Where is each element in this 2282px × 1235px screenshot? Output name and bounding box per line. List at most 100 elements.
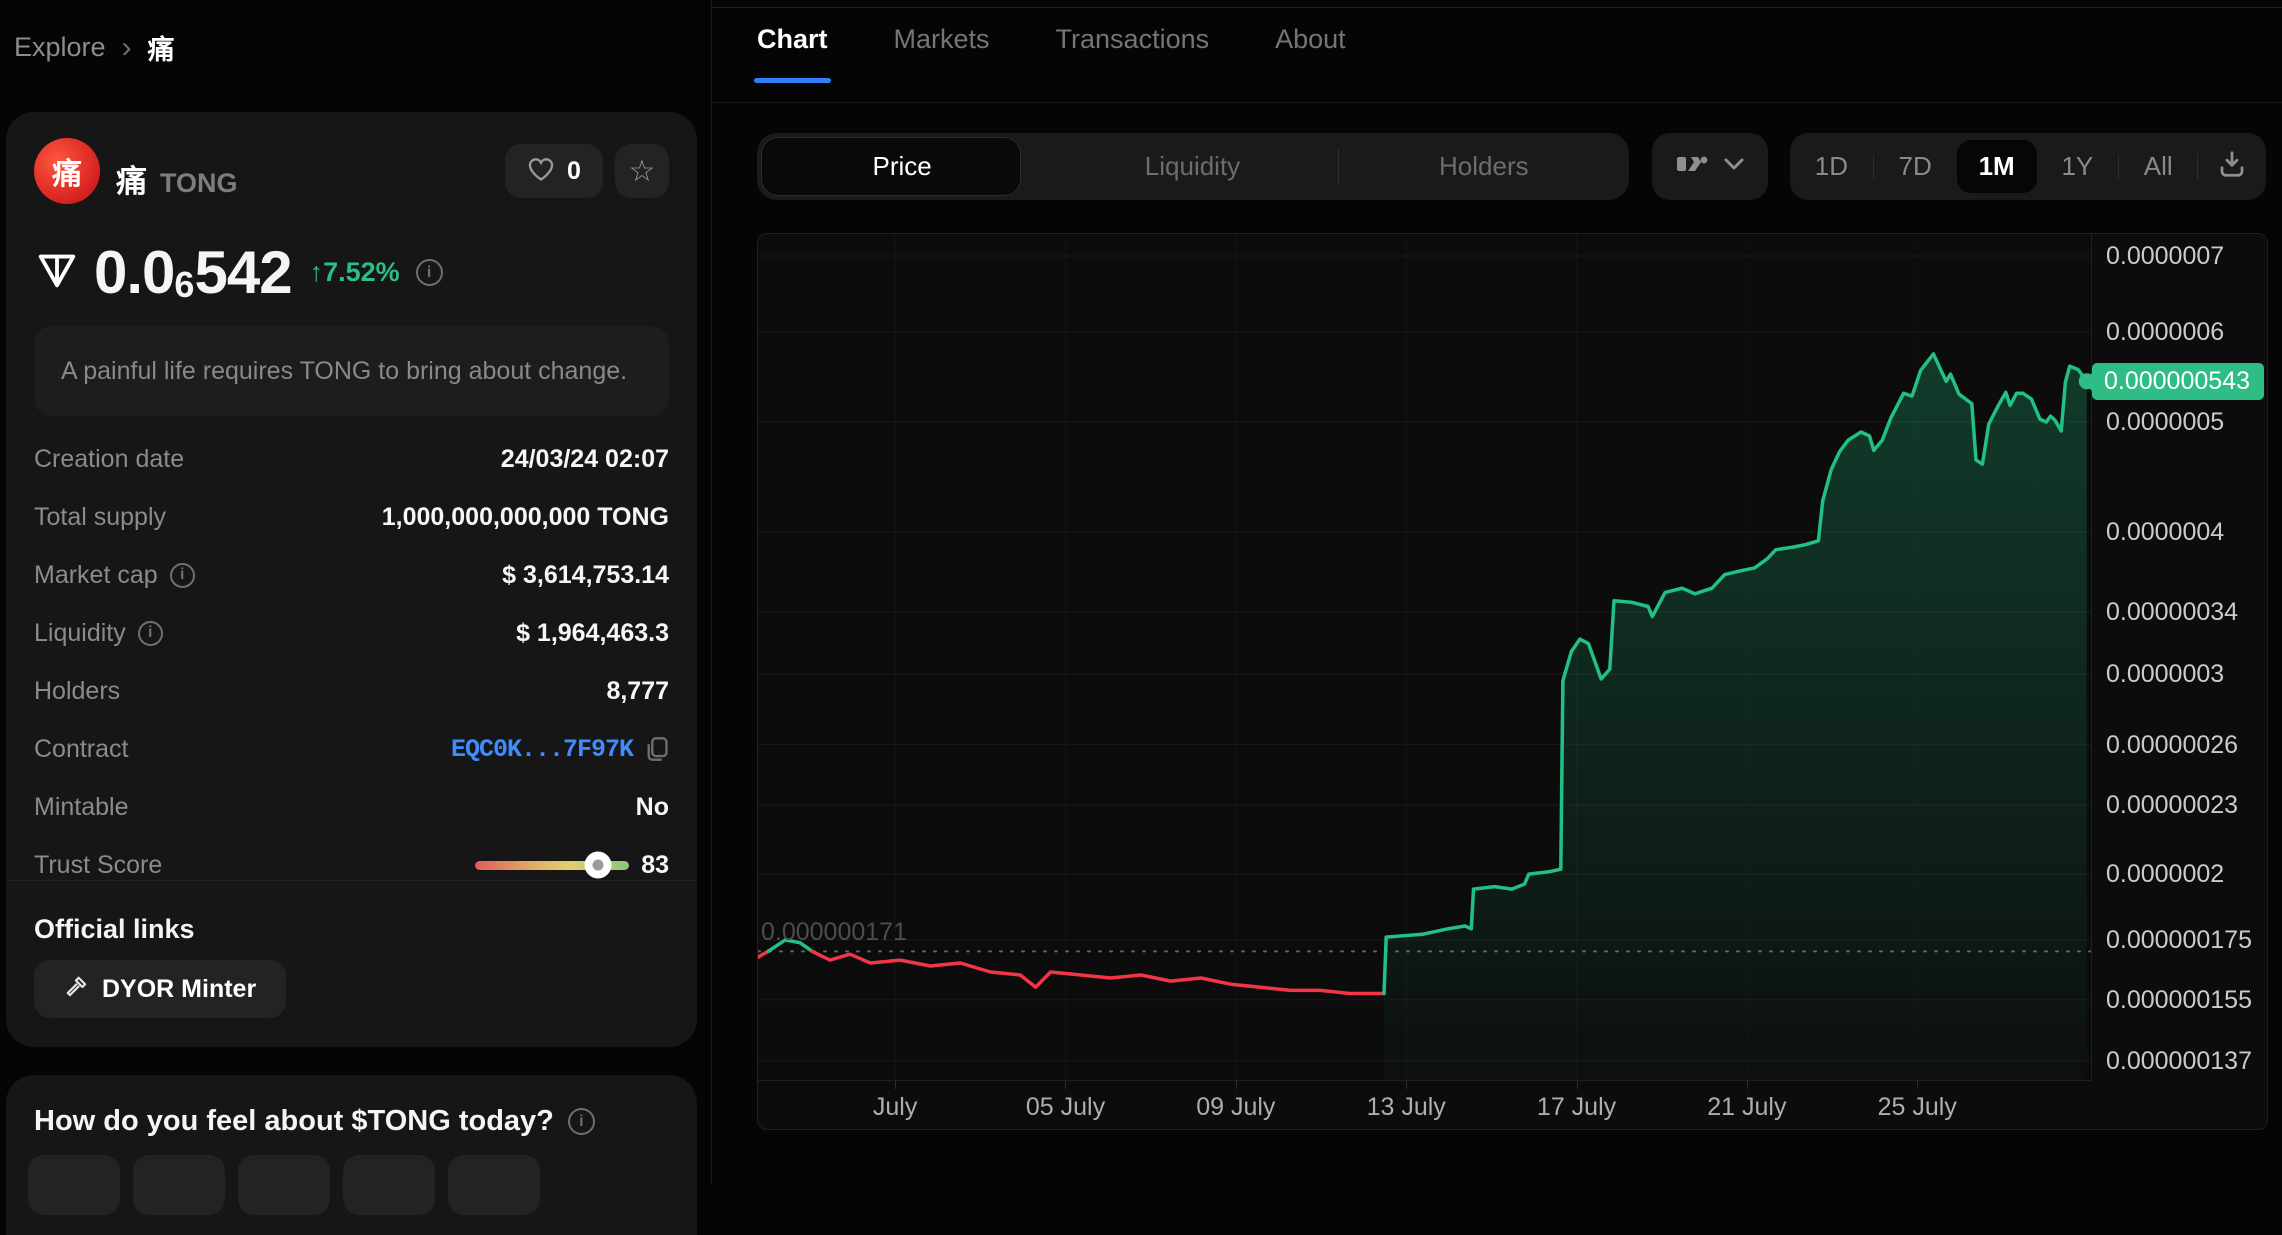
timeframe-1y[interactable]: 1Y [2055, 143, 2099, 190]
metric-toggle: Price Liquidity Holders [757, 133, 1629, 200]
hammer-icon [64, 974, 90, 1005]
stat-value: 1,000,000,000,000 TONG [381, 502, 669, 531]
time-axis-label: July [872, 1093, 918, 1121]
sentiment-info-icon[interactable]: i [567, 1108, 595, 1135]
timeframe-separator [1872, 153, 1874, 180]
token-ticker: TONG [160, 168, 238, 198]
favorite-button[interactable]: ☆ [615, 144, 669, 198]
time-axis-tick [1576, 1081, 1578, 1089]
time-axis-label: 09 July [1196, 1093, 1276, 1121]
stat-row-creation-date: Creation date 24/03/24 02:07 [34, 430, 669, 488]
time-axis[interactable]: July 05 July 09 July 13 July 17 July 21 July 2… [758, 1080, 2091, 1130]
chevron-down-icon [1724, 158, 1744, 176]
stat-label: Holders [34, 676, 121, 705]
sentiment-heading: How do you feel about $TONG today? i [34, 1105, 595, 1138]
price-prefix: 0.0 [94, 239, 175, 306]
official-links-heading: Official links [34, 914, 195, 944]
price-subscript: 6 [174, 263, 195, 305]
sentiment-option[interactable] [448, 1155, 540, 1215]
stat-label: Market cap i [34, 561, 195, 590]
stat-value: No [635, 792, 669, 821]
like-button[interactable]: 0 [505, 144, 603, 198]
info-icon[interactable]: i [137, 620, 163, 646]
timeframe-separator [2197, 153, 2199, 180]
like-count: 0 [567, 156, 581, 185]
stat-value: 8,777 [606, 676, 669, 705]
heart-icon [527, 156, 555, 187]
tab-transactions[interactable]: Transactions [1056, 24, 1210, 83]
breadcrumb-current: 痛 [147, 35, 175, 65]
time-axis-tick [1065, 1081, 1067, 1089]
token-name: 痛 [116, 164, 147, 199]
tab-markets[interactable]: Markets [894, 24, 990, 83]
price-axis-label: 0.0000007 [2106, 242, 2225, 270]
sentiment-option[interactable] [28, 1155, 120, 1215]
token-title: 痛 TONG [116, 156, 238, 201]
stat-label: Trust Score [34, 850, 163, 879]
token-logo: 痛 [34, 138, 100, 204]
stat-value: $ 1,964,463.3 [516, 618, 669, 647]
trust-score-slider[interactable] [475, 851, 630, 879]
stat-row-market-cap: Market cap i $ 3,614,753.14 [34, 546, 669, 604]
price-axis-label: 0.000000155 [2106, 985, 2252, 1014]
dyor-minter-button[interactable]: DYOR Minter [34, 960, 287, 1018]
stat-label: Liquidity i [34, 619, 163, 648]
metric-price[interactable]: Price [757, 151, 1047, 182]
sentiment-option[interactable] [238, 1155, 330, 1215]
stat-row-contract: Contract EQC0K...7F97K [34, 720, 669, 778]
timeframe-1d[interactable]: 1D [1809, 143, 1854, 190]
contract-address-link[interactable]: EQC0K...7F97K [451, 735, 634, 764]
price-change: ↑7.52% [309, 257, 400, 287]
price-axis-label: 0.0000004 [2106, 518, 2225, 547]
sentiment-question: How do you feel about $TONG today? [34, 1105, 554, 1137]
sentiment-options [28, 1155, 540, 1215]
price-axis-label: 0.00000034 [2106, 598, 2239, 627]
stat-row-trust-score: Trust Score 83 [34, 836, 669, 894]
breadcrumb: Explore › 痛 [14, 28, 175, 67]
tradingview-icon [1676, 152, 1712, 181]
price-axis-label: 0.0000006 [2106, 318, 2225, 347]
tradingview-dropdown-button[interactable] [1652, 133, 1768, 200]
time-axis-tick [1746, 1081, 1748, 1089]
price-info-icon[interactable]: i [415, 259, 443, 286]
stat-value: 83 [475, 851, 669, 880]
sentiment-option[interactable] [343, 1155, 435, 1215]
token-description-box: A painful life requires TONG to bring ab… [34, 326, 669, 416]
metric-holders[interactable]: Holders [1339, 151, 1629, 182]
time-axis-tick [1917, 1081, 1919, 1089]
price-digits: 542 [194, 239, 292, 306]
price-axis-label: 0.000000137 [2106, 1046, 2252, 1075]
ton-symbol-icon [34, 247, 80, 298]
stat-value: 24/03/24 02:07 [500, 444, 669, 473]
sentiment-option[interactable] [133, 1155, 225, 1215]
download-icon[interactable] [2217, 149, 2247, 184]
token-price: 0.0 6 542 ↑7.52% i [34, 238, 443, 307]
metric-liquidity[interactable]: Liquidity [1047, 151, 1337, 182]
slider-handle[interactable] [584, 851, 612, 879]
price-axis[interactable]: 0.0000007 0.0000006 0.0000005 0.0000004 0.00… [2091, 234, 2268, 1080]
stat-value: $ 3,614,753.14 [502, 560, 669, 589]
dyor-minter-label: DYOR Minter [102, 974, 257, 1003]
price-chart[interactable]: 0.000000171 0.0000007 0.0000006 0.0000005 0… [757, 233, 2268, 1130]
info-icon[interactable]: i [169, 562, 195, 588]
stat-row-liquidity: Liquidity i $ 1,964,463.3 [34, 604, 669, 662]
price-axis-label: 0.00000023 [2106, 791, 2239, 820]
tabbar-border [712, 102, 2282, 103]
nav-tabs: Chart Markets Transactions About [754, 24, 1346, 83]
time-axis-label: 05 July [1025, 1093, 1106, 1121]
time-axis-tick [1235, 1081, 1237, 1089]
timeframe-7d[interactable]: 7D [1893, 143, 1938, 190]
timeframe-all[interactable]: All [2138, 143, 2179, 190]
breadcrumb-explore-link[interactable]: Explore [14, 32, 106, 63]
stat-label: Contract [34, 734, 129, 763]
stat-label: Creation date [34, 444, 185, 473]
copy-icon[interactable] [645, 736, 669, 762]
timeframe-1m[interactable]: 1M [1956, 140, 2037, 193]
top-border [712, 7, 2282, 8]
tab-about[interactable]: About [1275, 24, 1346, 83]
stat-label: Mintable [34, 792, 129, 821]
timeframe-group: 1D 7D 1M 1Y All [1790, 133, 2266, 200]
tab-chart[interactable]: Chart [754, 24, 831, 83]
token-description: A painful life requires TONG to bring ab… [61, 356, 628, 385]
chart-plot[interactable] [758, 234, 2091, 1080]
